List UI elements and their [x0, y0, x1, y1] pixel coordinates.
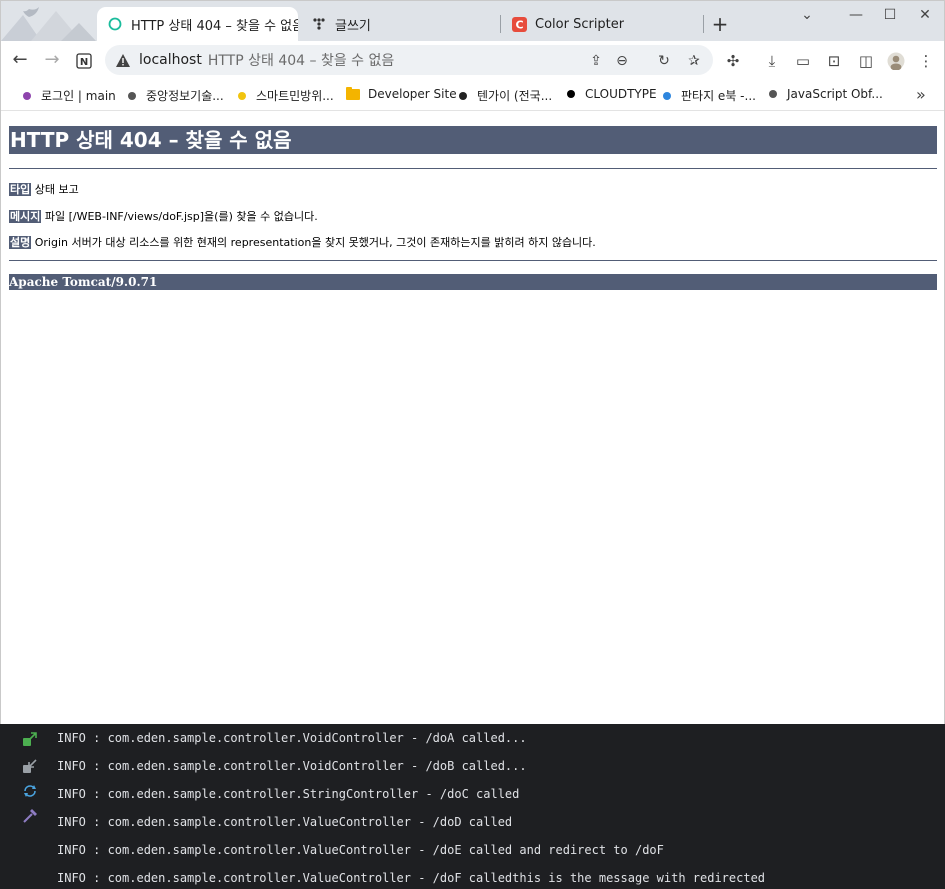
console-line: INFO : com.eden.sample.controller.ValueC…	[57, 843, 664, 857]
bookmark-item[interactable]: CLOUDTYPE	[567, 87, 657, 101]
bookmark-item[interactable]: 스마트민방위...	[238, 87, 334, 104]
bookmarks-bar: 로그인 | main 중앙정보기술... 스마트민방위... Developer…	[1, 79, 944, 111]
close-window-button[interactable]: ✕	[915, 5, 935, 25]
address-bar[interactable]: localhost HTTP 상태 404 – 찾을 수 없음 ⇪ ⊖ ↻ ✰	[105, 45, 713, 75]
message-row: 메시지 파일 [/WEB-INF/views/doF.jsp]을(를) 찾을 수…	[9, 208, 318, 224]
bookmark-label: JavaScript Obf...	[787, 87, 883, 101]
console-line: INFO : com.eden.sample.controller.String…	[57, 787, 520, 801]
description-label: 설명	[9, 236, 32, 249]
notion-extension-icon[interactable]: N	[73, 50, 95, 72]
tab-strip-decoration	[1, 1, 96, 41]
forward-button[interactable]: →	[41, 50, 63, 72]
bookmark-item[interactable]: 중앙정보기술...	[128, 87, 224, 104]
bookmark-label: 판타지 e북 -...	[681, 89, 756, 103]
extensions-puzzle-icon[interactable]: ✣	[723, 51, 743, 71]
screenshot-icon[interactable]: ⊡	[824, 51, 844, 71]
bookmark-favicon-icon	[459, 91, 467, 100]
server-footer: Apache Tomcat/9.0.71	[9, 274, 937, 290]
bookmark-label: CLOUDTYPE	[585, 87, 657, 101]
tab-color-scripter[interactable]: C Color Scripter	[501, 7, 701, 41]
profile-avatar[interactable]	[886, 51, 906, 71]
share-icon[interactable]: ⇪	[587, 52, 605, 70]
bookmark-favicon-icon	[769, 90, 777, 98]
bookmark-favicon-icon	[567, 90, 575, 98]
page-title: HTTP 상태 404 – 찾을 수 없음	[9, 126, 937, 154]
browser-window: HTTP 상태 404 – 찾을 수 없음 글쓰기 C Color Script…	[0, 0, 945, 724]
bookmark-favicon-icon	[23, 91, 31, 100]
bookmark-label: 로그인 | main	[41, 89, 116, 103]
console-line: INFO : com.eden.sample.controller.ValueC…	[57, 871, 766, 885]
svg-text:N: N	[80, 57, 88, 68]
menu-kebab-icon[interactable]: ⋮	[916, 51, 936, 71]
bookmark-favicon-icon	[128, 91, 136, 100]
type-label: 타입	[9, 183, 32, 196]
tab-http-404[interactable]: HTTP 상태 404 – 찾을 수 없음	[97, 7, 298, 41]
divider	[9, 260, 937, 261]
message-label: 메시지	[9, 210, 42, 223]
bookmark-item[interactable]: 텐가이 (전국...	[459, 87, 552, 104]
console-line: INFO : com.eden.sample.controller.VoidCo…	[57, 759, 527, 773]
description-value: Origin 서버가 대상 리소스를 위한 현재의 representation…	[34, 236, 596, 249]
description-row: 설명 Origin 서버가 대상 리소스를 위한 현재의 representat…	[9, 234, 596, 250]
type-value: 상태 보고	[34, 183, 79, 196]
back-button[interactable]: ←	[9, 50, 31, 72]
tab-label: Color Scripter	[535, 16, 625, 32]
tab-strip: HTTP 상태 404 – 찾을 수 없음 글쓰기 C Color Script…	[1, 1, 944, 41]
bookmark-label: 중앙정보기술...	[146, 89, 224, 103]
bookmark-item[interactable]: JavaScript Obf...	[769, 87, 883, 101]
tab-write[interactable]: 글쓰기	[301, 7, 496, 41]
bookmark-item[interactable]: 로그인 | main	[23, 87, 116, 104]
tab-label: HTTP 상태 404 – 찾을 수 없음	[131, 18, 298, 34]
tab-label: 글쓰기	[335, 18, 371, 34]
bookmark-label: Developer Site	[368, 87, 457, 101]
bookmark-favicon-icon	[663, 91, 671, 100]
address-page-title: HTTP 상태 404 – 찾을 수 없음	[207, 53, 395, 69]
console-panel: INFO : com.eden.sample.controller.VoidCo…	[0, 724, 945, 889]
bookmarks-overflow-icon[interactable]: »	[916, 85, 926, 104]
console-line: INFO : com.eden.sample.controller.VoidCo…	[57, 731, 527, 745]
new-tab-button[interactable]: +	[709, 13, 731, 35]
console-line: INFO : com.eden.sample.controller.ValueC…	[57, 815, 513, 829]
restart-icon[interactable]	[22, 758, 38, 774]
video-capture-icon[interactable]: ▭	[793, 51, 813, 71]
refresh-icon[interactable]	[22, 783, 38, 799]
maximize-button[interactable]: ☐	[880, 5, 900, 25]
reload-icon[interactable]: ↻	[655, 52, 673, 70]
bookmark-folder[interactable]: Developer Site	[346, 86, 457, 101]
bookmark-item[interactable]: 판타지 e북 -...	[663, 87, 756, 104]
message-value: 파일 [/WEB-INF/views/doF.jsp]을(를) 찾을 수 없습니…	[44, 210, 318, 223]
bookmark-label: 텐가이 (전국...	[477, 89, 553, 103]
svg-text:C: C	[515, 18, 523, 31]
dots-logo-icon	[311, 16, 327, 32]
browser-toolbar: ← → N localhost HTTP 상태 404 – 찾을 수 없음 ⇪ …	[1, 41, 944, 79]
split-view-icon[interactable]: ◫	[856, 51, 876, 71]
color-scripter-icon: C	[511, 16, 527, 32]
bookmark-label: 스마트민방위...	[256, 89, 334, 103]
warning-icon[interactable]	[115, 53, 131, 67]
minimize-button[interactable]: —	[846, 5, 866, 25]
build-hammer-icon[interactable]	[22, 808, 38, 824]
bookmark-star-icon[interactable]: ✰	[685, 52, 703, 70]
address-host: localhost	[139, 52, 202, 68]
zoom-out-icon[interactable]: ⊖	[613, 52, 631, 70]
tab-search-chevron-icon[interactable]: ⌄	[797, 5, 817, 25]
type-row: 타입 상태 보고	[9, 181, 79, 197]
open-external-icon[interactable]	[22, 731, 38, 747]
tab-separator	[703, 15, 704, 33]
download-icon[interactable]: ⤓	[762, 51, 782, 71]
bookmark-favicon-icon	[238, 91, 246, 100]
divider	[9, 168, 937, 169]
folder-icon	[346, 86, 360, 100]
loading-circle-icon	[107, 16, 123, 32]
